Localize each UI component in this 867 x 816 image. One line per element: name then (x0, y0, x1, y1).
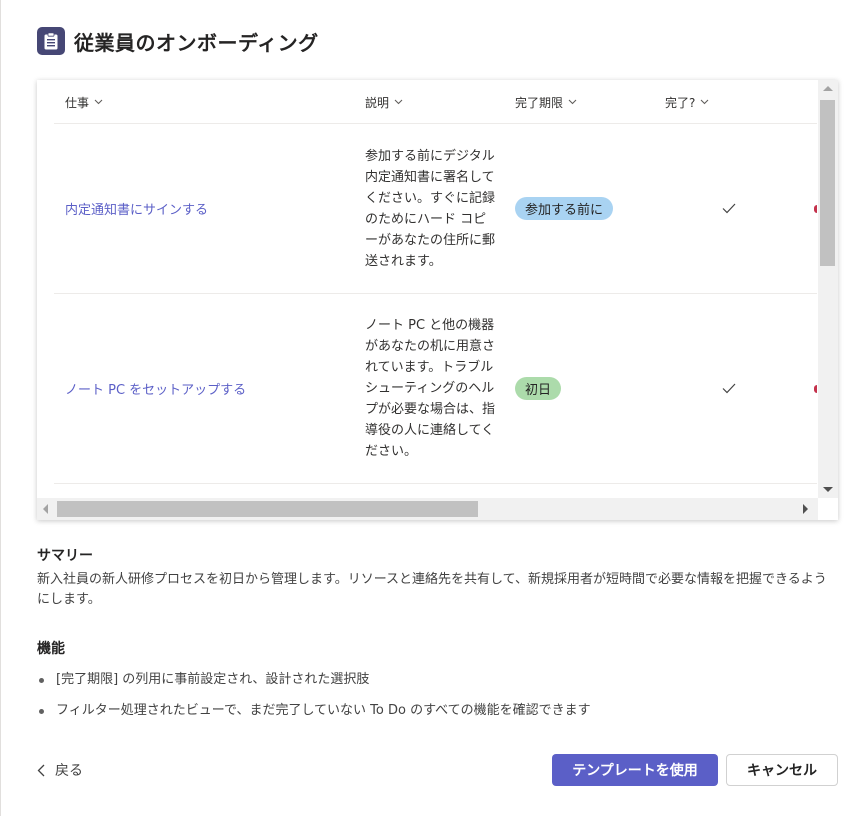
chevron-down-icon (94, 99, 103, 105)
chevron-down-icon (394, 99, 403, 105)
description-cell: ノート PC と他の機器があなたの机に用意されています。トラブルシューティングの… (365, 294, 495, 483)
clipboard-list-icon (37, 27, 65, 55)
column-header-description[interactable]: 説明 (365, 80, 403, 124)
bullet-icon (39, 709, 44, 714)
column-header-row: 仕事 説明 完了期限 完了? (54, 80, 817, 124)
column-header-label: 仕事 (65, 95, 90, 110)
task-cell: 内定通知書にサインする (65, 124, 208, 293)
due-badge: 参加する前に (515, 197, 614, 220)
column-header-label: 完了? (665, 95, 696, 110)
task-link[interactable]: ノート PC をセットアップする (65, 379, 246, 398)
description-cell: 参加する前にデジタル内定通知書に署名してください。すぐに記録のためにハード コピ… (365, 124, 495, 293)
chevron-down-icon (568, 99, 577, 105)
table-row[interactable]: 内定通知書にサインする 参加する前にデジタル内定通知書に署名してください。すぐに… (54, 124, 817, 294)
feature-list: [完了期限] の列用に事前設定され、設計された選択肢 フィルター処理されたビュー… (37, 670, 591, 732)
scroll-right-icon[interactable] (803, 504, 808, 514)
task-cell: ノート PC をセットアップする (65, 294, 246, 483)
column-header-task[interactable]: 仕事 (65, 80, 103, 124)
list-item: [完了期限] の列用に事前設定され、設計された選択肢 (37, 670, 591, 690)
feature-text: フィルター処理されたビューで、まだ完了していない To Do のすべての機能を確… (56, 703, 591, 718)
template-preview[interactable]: 仕事 説明 完了期限 完了? 内定通知書にサインする 参加する前にデジタル内定通… (37, 80, 838, 520)
table-row[interactable]: ノート PC をセットアップする ノート PC と他の機器があなたの机に用意され… (54, 294, 817, 484)
task-description: ノート PC と他の機器があなたの机に用意されています。トラブルシューティングの… (365, 318, 496, 459)
column-header-label: 説明 (365, 95, 390, 110)
dialog-title: 従業員のオンボーディング (74, 30, 319, 55)
task-link[interactable]: 内定通知書にサインする (65, 199, 208, 218)
chevron-down-icon (700, 99, 709, 105)
done-cell (722, 124, 736, 293)
done-cell (722, 294, 736, 483)
list-item: フィルター処理されたビューで、まだ完了していない To Do のすべての機能を確… (37, 701, 591, 721)
list-grid: 仕事 説明 完了期限 完了? 内定通知書にサインする 参加する前にデジタル内定通… (54, 80, 817, 498)
column-header-label: 完了期限 (515, 95, 564, 110)
due-cell: 初日 (515, 294, 562, 483)
checkmark-icon (722, 203, 736, 214)
task-description: 参加する前にデジタル内定通知書に署名してください。すぐに記録のためにハード コピ… (365, 148, 496, 269)
template-dialog: 従業員のオンボーディング 仕事 説明 完了期限 完了? 内定通知書にサインする … (0, 0, 867, 816)
scroll-down-icon[interactable] (823, 487, 833, 492)
feature-text: [完了期限] の列用に事前設定され、設計された選択肢 (56, 672, 370, 687)
scroll-up-icon[interactable] (823, 86, 833, 91)
vertical-scroll-thumb[interactable] (820, 100, 835, 266)
dialog-header: 従業員のオンボーディング (37, 27, 319, 55)
vertical-scrollbar[interactable] (818, 80, 838, 498)
bullet-icon (39, 678, 44, 683)
column-header-done[interactable]: 完了? (665, 80, 709, 124)
horizontal-scrollbar[interactable] (37, 498, 818, 520)
chevron-left-icon (37, 764, 45, 777)
status-dot (814, 385, 817, 393)
horizontal-scroll-thumb[interactable] (57, 501, 478, 517)
features-heading: 機能 (37, 641, 65, 657)
cancel-button[interactable]: キャンセル (726, 754, 838, 786)
summary-heading: サマリー (37, 548, 93, 564)
due-cell: 参加する前に (515, 124, 614, 293)
column-header-due[interactable]: 完了期限 (515, 80, 577, 124)
use-template-button[interactable]: テンプレートを使用 (552, 754, 718, 786)
status-dot (814, 205, 817, 213)
back-button[interactable]: 戻る (37, 758, 83, 782)
checkmark-icon (722, 383, 736, 394)
summary-text: 新入社員の新人研修プロセスを初日から管理します。リソースと連絡先を共有して、新規… (37, 572, 827, 607)
scroll-left-icon[interactable] (43, 504, 48, 514)
back-label: 戻る (55, 763, 83, 779)
due-badge: 初日 (515, 377, 562, 400)
